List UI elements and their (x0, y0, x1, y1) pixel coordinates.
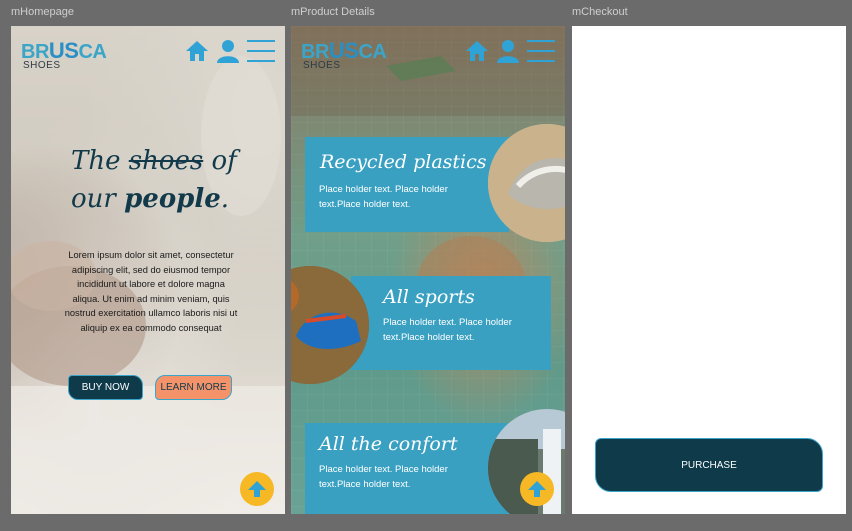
scroll-top-button[interactable] (240, 472, 274, 506)
user-icon[interactable] (497, 39, 519, 63)
home-icon[interactable] (465, 39, 489, 63)
purchase-button[interactable]: PURCHASE (595, 438, 823, 492)
menu-icon[interactable] (527, 38, 555, 64)
feature-card-sports[interactable]: All sports Place holder text. Place hold… (351, 276, 551, 370)
arrow-up-icon (248, 481, 266, 497)
feature-card-text: Place holder text. Place holder text.Pla… (319, 184, 448, 210)
learn-more-button[interactable]: LEARN MORE (155, 375, 232, 400)
product-details-frame: BRUSCA SHOES Recycled plastics Place hol… (291, 26, 565, 514)
frame-label-homepage: mHomepage (11, 6, 74, 18)
feature-card-title: Recycled plastics (320, 151, 487, 173)
user-icon[interactable] (217, 39, 239, 63)
homepage-frame: BRUSCA SHOES The shoes of our people. Lo… (11, 26, 285, 514)
scroll-top-button[interactable] (520, 472, 554, 506)
feature-card-text: Place holder text. Place holder text.Pla… (383, 317, 512, 343)
feature-card-recycled[interactable]: Recycled plastics Place holder text. Pla… (305, 137, 509, 232)
feature-card-comfort[interactable]: All the confort Place holder text. Place… (305, 423, 509, 514)
hero-title: The shoes of our people. (71, 146, 237, 214)
frame-label-product-details: mProduct Details (291, 6, 375, 18)
top-nav (185, 38, 275, 64)
feature-card-title: All the confort (319, 433, 458, 455)
home-icon[interactable] (185, 39, 209, 63)
frame-label-checkout: mCheckout (572, 6, 628, 18)
brand-logo[interactable]: BRUSCA SHOES (21, 38, 107, 71)
feature-card-title: All sports (383, 286, 475, 308)
brand-logo[interactable]: BRUSCA SHOES (301, 38, 387, 71)
hero-description: Lorem ipsum dolor sit amet, consectetur … (64, 250, 238, 333)
buy-now-button[interactable]: BUY NOW (68, 375, 143, 400)
top-nav (465, 38, 555, 64)
menu-icon[interactable] (247, 38, 275, 64)
feature-card-text: Place holder text. Place holder text.Pla… (319, 464, 448, 490)
checkout-frame: PURCHASE (572, 26, 846, 514)
arrow-up-icon (528, 481, 546, 497)
